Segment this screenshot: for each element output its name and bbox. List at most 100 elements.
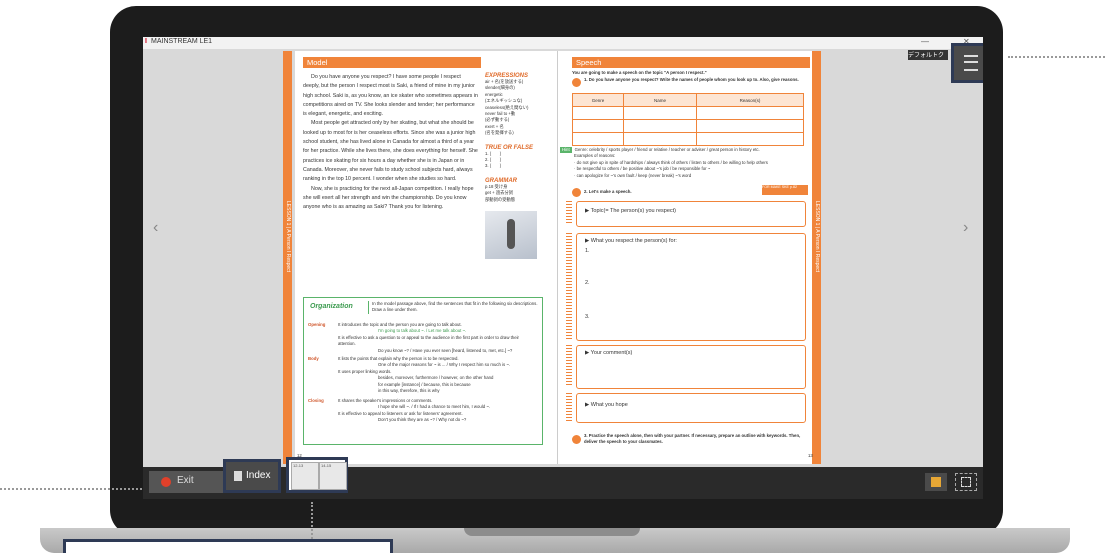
pencil-icon [572,78,581,87]
hint-line: · can apologize for ~'s own fault / keep… [574,172,692,178]
org-section-opening: Opening It introduces the topic and the … [308,322,536,354]
box-label: ▶ Your comment(s) [585,350,633,356]
exit-label: Exit [177,475,194,486]
reason-number: 1. [585,248,590,254]
paragraph: Now, she is practicing for the next all-… [303,185,474,211]
menu-button[interactable] [951,43,983,83]
org-line: in this way, therefore, this is why [378,388,440,394]
callout-line-right [1008,56,1105,58]
step-2-text: 2. Let's make a speech. [584,189,632,194]
left-sidebar-label: LESSON 1 | A Person I Respect [285,201,291,273]
table-cell[interactable] [623,106,697,120]
topic-box[interactable]: ▶ Topic(= The person(s) you respect) [576,201,806,227]
org-section-label: Closing [308,398,324,403]
spiral-binding [566,345,572,387]
table-header-cell: Name [623,93,697,107]
table-cell[interactable] [696,132,804,146]
spiral-binding [566,393,572,421]
reason-number: 2. [585,280,590,286]
org-line: Do you know ~? / Have you ever seen [hea… [378,347,513,353]
thumbnail[interactable]: 14-15 [319,462,347,490]
table-cell[interactable] [572,119,624,133]
thumbnail[interactable]: 12-13 [291,462,319,490]
org-line: Don't you think they are as ~? / Why not… [378,417,467,423]
paragraph: Do you have anyone you respect? I have s… [303,74,478,118]
speech-heading: Speech [572,57,810,68]
table-row [572,119,804,133]
step-3-text: 3. Practice the speech alone, then with … [584,433,801,445]
table-cell[interactable] [572,132,624,146]
table-row [572,106,804,120]
left-page: LESSON 1 | A Person I Respect Model Do y… [283,51,557,464]
step-1-text: 1. Do you have anyone you respect? Write… [584,77,799,82]
expressions-column: EXPRESSIONS air + 名(を放送する) slender(細身の) … [485,73,545,260]
org-section-lines: It shares the speaker's impressions or c… [338,398,536,424]
expression-item: (名を発揮する) [485,130,514,136]
reasons-table: Genre Name Reason(s) [572,93,804,146]
make-ske-tag: FOR MAKE SKE p.82 [762,185,808,195]
org-section-label: Opening [308,322,326,327]
pencil-icon [572,435,581,444]
app-title: MAINSTREAM LE1 [151,38,213,45]
fullscreen-icon [961,477,971,487]
model-passage: Do you have anyone you respect? I have s… [303,73,478,212]
fullscreen-button[interactable] [955,473,977,491]
laptop-notch [464,528,640,536]
hint-tag: Hint [560,147,572,154]
comments-box[interactable]: ▶ Your comment(s) [576,345,806,389]
index-label: Index [246,470,271,481]
exit-button[interactable]: Exit [149,471,229,493]
organization-intro: In the model passage above, find the sen… [368,301,540,314]
prev-page-arrow-icon[interactable]: ‹ [153,219,158,237]
page-viewer: ‹ › LESSON 1 | A Person I Respect Model … [143,49,983,467]
skater-figure-icon [507,219,515,250]
callout-box [63,539,393,553]
hamburger-menu-icon [964,55,978,71]
next-page-arrow-icon[interactable]: › [963,219,968,237]
box-label: ▶ What you respect the person(s) for: [585,238,677,244]
thumbnail-label: 14-15 [321,463,332,468]
organization-box: Organization In the model passage above,… [303,297,543,445]
right-page: LESSON 1 | A Person I Respect Speech You… [557,51,821,464]
page-thumbnails-button[interactable]: 12-13 14-15 [286,457,348,493]
table-cell[interactable] [623,119,697,133]
org-section-closing: Closing It shares the speaker's impressi… [308,398,536,424]
table-header-cell: Genre [572,93,624,107]
grammar-item: 部動詞の受動態 [485,196,516,202]
org-line: It is effective to ask a question to or … [338,334,519,347]
left-page-sidebar: LESSON 1 | A Person I Respect [283,51,292,464]
default-tooltip: デフォルトク [908,50,948,60]
hope-box[interactable]: ▶ What you hope [576,393,806,423]
pencil-icon [572,188,581,197]
reason-number: 3. [585,314,590,320]
box-label: ▶ What you hope [585,402,628,408]
table-cell[interactable] [572,106,624,120]
box-label: ▶ Topic(= The person(s) you respect) [585,208,676,214]
org-section-lines: It introduces the topic and the person y… [338,322,536,354]
index-icon [234,471,242,481]
bookshelf-button[interactable] [925,473,947,491]
right-sidebar-label: LESSON 1 | A Person I Respect [814,201,820,273]
exit-icon [161,477,171,487]
callout-line-down [311,502,313,542]
respect-reasons-box[interactable]: ▶ What you respect the person(s) for: 1.… [576,233,806,341]
screen: I MAINSTREAM LE1 — ✕ ‹ › LESSON 1 | A Pe… [143,37,983,499]
bookshelf-icon [931,477,941,487]
hint-area: Hint Genre: celebrity / sports player / … [560,147,810,179]
model-heading: Model [303,57,481,68]
table-cell[interactable] [623,132,697,146]
minimize-button[interactable]: — [921,37,929,46]
right-page-sidebar: LESSON 1 | A Person I Respect [812,51,821,464]
table-cell[interactable] [696,106,804,120]
org-section-body: Body It lists the points that explain wh… [308,356,536,394]
app-logo-icon: I [145,38,147,45]
title-bar: I MAINSTREAM LE1 — ✕ [143,37,983,49]
bottom-toolbar: Exit Index 12-13 14-15 [143,457,983,499]
organization-title: Organization [310,303,353,310]
hamburger-menu-icon-middle [964,61,978,63]
org-section-lines: It lists the points that explain why the… [338,356,536,394]
table-header-cell: Reason(s) [696,93,804,107]
table-cell[interactable] [696,119,804,133]
tf-item: 3. ( ) [485,163,502,169]
index-button[interactable]: Index [223,459,281,493]
